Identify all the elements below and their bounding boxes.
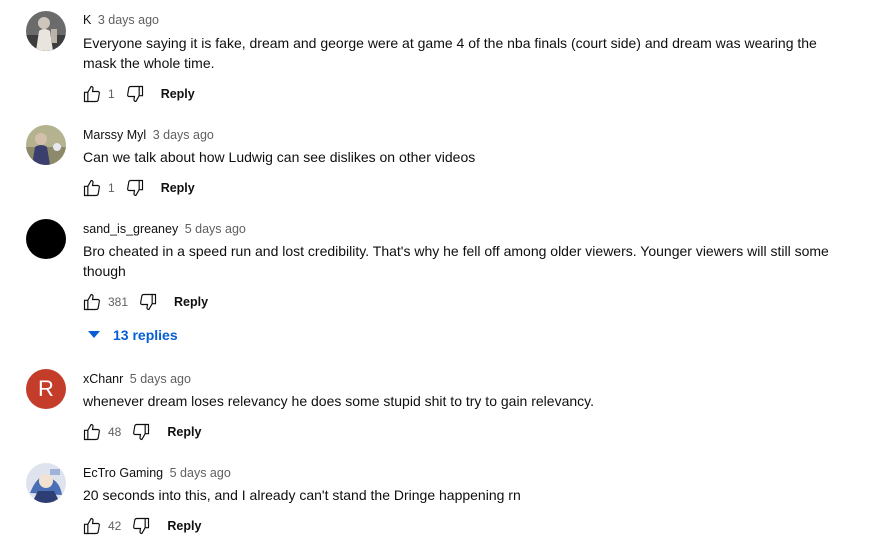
like-count: 381 <box>108 295 129 309</box>
comment-header: K 3 days ago <box>83 13 159 27</box>
thumbs-up-icon[interactable] <box>82 422 102 442</box>
avatar[interactable]: R <box>26 369 66 409</box>
comment-time[interactable]: 5 days ago <box>185 222 246 236</box>
thumbs-down-icon[interactable] <box>131 422 151 442</box>
comment-text: 20 seconds into this, and I already can'… <box>83 487 521 503</box>
avatar[interactable] <box>26 463 66 503</box>
comment-actions: 1 Reply <box>82 83 195 105</box>
thumbs-up-icon[interactable] <box>82 292 102 312</box>
comment-text: Can we talk about how Ludwig can see dis… <box>83 149 476 165</box>
comment-text: Everyone saying it is fake, dream and ge… <box>83 35 817 71</box>
comment-time[interactable]: 3 days ago <box>98 13 159 27</box>
comment-header: sand_is_greaney 5 days ago <box>83 222 246 236</box>
reply-button[interactable]: Reply <box>161 87 195 101</box>
comment-text: Bro cheated in a speed run and lost cred… <box>83 243 829 279</box>
view-replies-button[interactable]: 13 replies <box>88 327 178 343</box>
avatar[interactable] <box>26 125 66 165</box>
comment-actions: 42 Reply <box>82 515 201 537</box>
like-count: 48 <box>108 425 122 439</box>
comment-text: whenever dream loses relevancy he does s… <box>83 393 594 409</box>
comment-actions: 1 Reply <box>82 177 195 199</box>
comment-header: EcTro Gaming 5 days ago <box>83 466 231 480</box>
thumbs-down-icon[interactable] <box>131 516 151 536</box>
reply-button[interactable]: Reply <box>174 295 208 309</box>
reply-button[interactable]: Reply <box>161 181 195 195</box>
thumbs-up-icon[interactable] <box>82 84 102 104</box>
avatar[interactable] <box>26 11 66 51</box>
thumbs-down-icon[interactable] <box>125 84 145 104</box>
thumbs-down-icon[interactable] <box>138 292 158 312</box>
comment-actions: 48 Reply <box>82 421 201 443</box>
reply-button[interactable]: Reply <box>167 425 201 439</box>
avatar[interactable] <box>26 219 66 259</box>
comment-time[interactable]: 5 days ago <box>130 372 191 386</box>
avatar-letter: R <box>38 376 54 401</box>
author-name[interactable]: xChanr <box>83 372 123 386</box>
author-name[interactable]: Marssy Myl <box>83 128 146 142</box>
thumbs-down-icon[interactable] <box>125 178 145 198</box>
replies-count: 13 replies <box>113 327 178 343</box>
like-count: 1 <box>108 87 115 101</box>
comment-header: Marssy Myl 3 days ago <box>83 128 214 142</box>
author-name[interactable]: sand_is_greaney <box>83 222 178 236</box>
author-name[interactable]: EcTro Gaming <box>83 466 163 480</box>
thumbs-up-icon[interactable] <box>82 516 102 536</box>
comment-header: xChanr 5 days ago <box>83 372 191 386</box>
comment-time[interactable]: 5 days ago <box>170 466 231 480</box>
like-count: 42 <box>108 519 122 533</box>
comment-time[interactable]: 3 days ago <box>153 128 214 142</box>
author-name[interactable]: K <box>83 13 91 27</box>
thumbs-up-icon[interactable] <box>82 178 102 198</box>
like-count: 1 <box>108 181 115 195</box>
comment-actions: 381 Reply <box>82 291 208 313</box>
reply-button[interactable]: Reply <box>167 519 201 533</box>
caret-down-icon <box>88 331 100 338</box>
